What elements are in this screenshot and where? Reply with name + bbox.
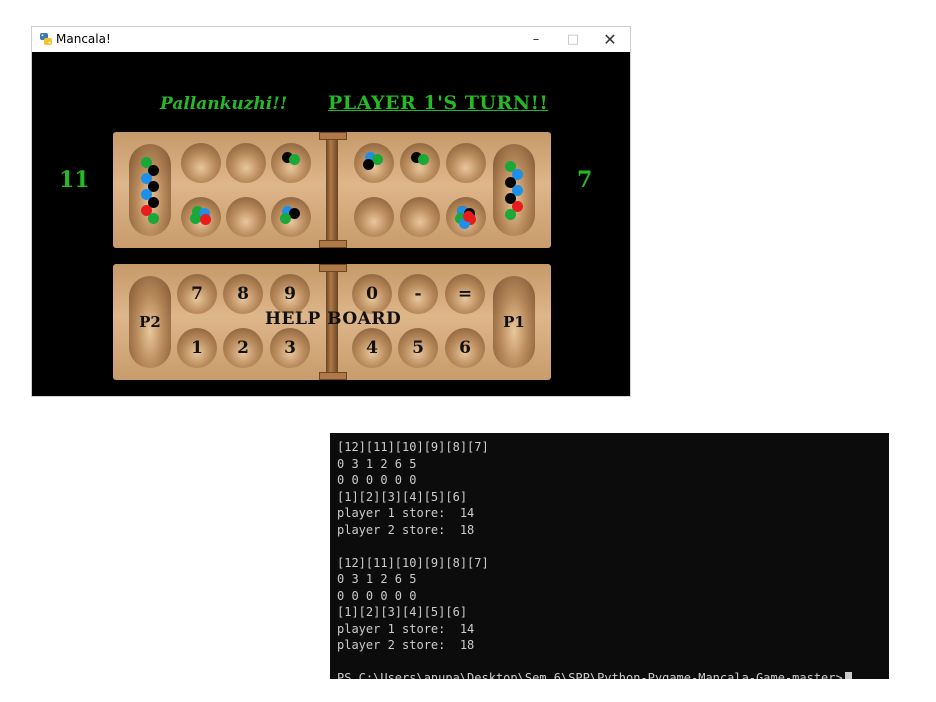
terminal-line: [1][2][3][4][5][6] <box>337 489 468 504</box>
terminal-line: [1][2][3][4][5][6] <box>337 605 468 619</box>
stone-red <box>199 213 211 225</box>
help-key-label: 5 <box>412 338 424 358</box>
help-key-8: 8 <box>223 274 263 314</box>
help-board: P2 P1 7 8 9 0 - = 1 2 3 4 5 6 HELP BOARD <box>113 264 551 380</box>
stone-green <box>189 212 201 224</box>
terminal-output: [12][11][10][9][8][7] 0 3 1 2 6 5 0 0 0 … <box>337 439 852 679</box>
stone-green <box>279 212 291 224</box>
stone-green <box>147 212 159 224</box>
pit-bottom-6[interactable] <box>446 197 486 237</box>
help-key-5: 5 <box>398 328 438 368</box>
pit-top-4[interactable] <box>354 143 394 183</box>
stone-red <box>462 210 474 222</box>
help-key-label: 7 <box>191 284 203 304</box>
terminal-cursor <box>844 672 852 679</box>
terminal-line: player 1 store: 14 <box>337 506 475 520</box>
terminal-panel[interactable]: [12][11][10][9][8][7] 0 3 1 2 6 5 0 0 0 … <box>330 433 889 679</box>
help-key-label: - <box>414 284 422 304</box>
help-board-title: HELP BOARD <box>265 309 402 329</box>
pit-bottom-3[interactable] <box>271 197 311 237</box>
help-key-label: 6 <box>459 338 471 358</box>
title-bar[interactable]: Mancala! – □ ✕ <box>32 27 630 52</box>
terminal-line: [12][11][10][9][8][7] <box>337 440 489 454</box>
terminal-line: [12][11][10][9][8][7] <box>337 555 489 570</box>
stone-green <box>417 153 429 165</box>
help-key-3: 3 <box>270 328 310 368</box>
mancala-window: Mancala! – □ ✕ Pallankuzhi!! PLAYER 1'S … <box>32 27 630 396</box>
pit-bottom-4[interactable] <box>354 197 394 237</box>
help-key-equals: = <box>445 274 485 314</box>
help-key-7: 7 <box>177 274 217 314</box>
pit-bottom-2[interactable] <box>226 197 266 237</box>
terminal-line: 0 0 0 0 0 0 <box>337 588 417 603</box>
help-key-minus: - <box>398 274 438 314</box>
game-name: Pallankuzhi!! <box>160 94 288 114</box>
stone-green <box>288 153 300 165</box>
help-key-6: 6 <box>445 328 485 368</box>
pit-top-6[interactable] <box>446 143 486 183</box>
left-store[interactable] <box>129 144 171 236</box>
terminal-line: player 2 store: 18 <box>337 522 475 537</box>
turn-indicator: PLAYER 1'S TURN!! <box>328 92 549 114</box>
help-key-label: 8 <box>237 284 249 304</box>
python-icon <box>40 33 52 45</box>
help-store-p2-label: P2 <box>139 313 161 331</box>
pit-bottom-1[interactable] <box>181 197 221 237</box>
game-board <box>113 132 551 248</box>
terminal-line: player 1 store: 14 <box>337 621 475 636</box>
help-key-label: 0 <box>366 284 378 304</box>
help-key-1: 1 <box>177 328 217 368</box>
window-title: Mancala! <box>56 32 111 46</box>
terminal-line: 0 3 1 2 6 5 <box>337 572 417 586</box>
terminal-prompt: PS C:\Users\anupa\Desktop\Sem 6\SPP\Pyth… <box>337 671 843 679</box>
terminal-line: 0 3 1 2 6 5 <box>337 456 417 471</box>
help-key-label: 4 <box>366 338 378 358</box>
maximize-button[interactable]: □ <box>553 27 593 52</box>
pit-top-3[interactable] <box>271 143 311 183</box>
help-key-9: 9 <box>270 274 310 314</box>
minimize-button[interactable]: – <box>516 27 556 52</box>
pit-bottom-5[interactable] <box>400 197 440 237</box>
stone-green <box>504 208 516 220</box>
terminal-line: player 2 store: 18 <box>337 638 475 652</box>
game-canvas[interactable]: Pallankuzhi!! PLAYER 1'S TURN!! 11 7 P2 … <box>32 52 630 396</box>
right-store[interactable] <box>493 144 535 236</box>
help-store-p1: P1 <box>493 276 535 368</box>
board-divider <box>319 132 347 248</box>
player1-score: 7 <box>577 167 593 193</box>
stone-black <box>362 158 374 170</box>
pit-top-5[interactable] <box>400 143 440 183</box>
help-store-p2: P2 <box>129 276 171 368</box>
pit-top-1[interactable] <box>181 143 221 183</box>
help-key-4: 4 <box>352 328 392 368</box>
player2-score: 11 <box>59 167 90 193</box>
help-key-label: 9 <box>284 284 296 304</box>
help-key-label: 2 <box>237 338 249 358</box>
help-key-label: 1 <box>191 338 203 358</box>
pit-top-2[interactable] <box>226 143 266 183</box>
help-key-2: 2 <box>223 328 263 368</box>
close-button[interactable]: ✕ <box>590 27 630 52</box>
help-store-p1-label: P1 <box>503 313 525 331</box>
help-key-label: 3 <box>284 338 296 358</box>
terminal-prompt-line[interactable]: PS C:\Users\anupa\Desktop\Sem 6\SPP\Pyth… <box>337 670 852 679</box>
terminal-line: 0 0 0 0 0 0 <box>337 473 417 487</box>
help-key-label: = <box>457 284 473 304</box>
help-key-0: 0 <box>352 274 392 314</box>
